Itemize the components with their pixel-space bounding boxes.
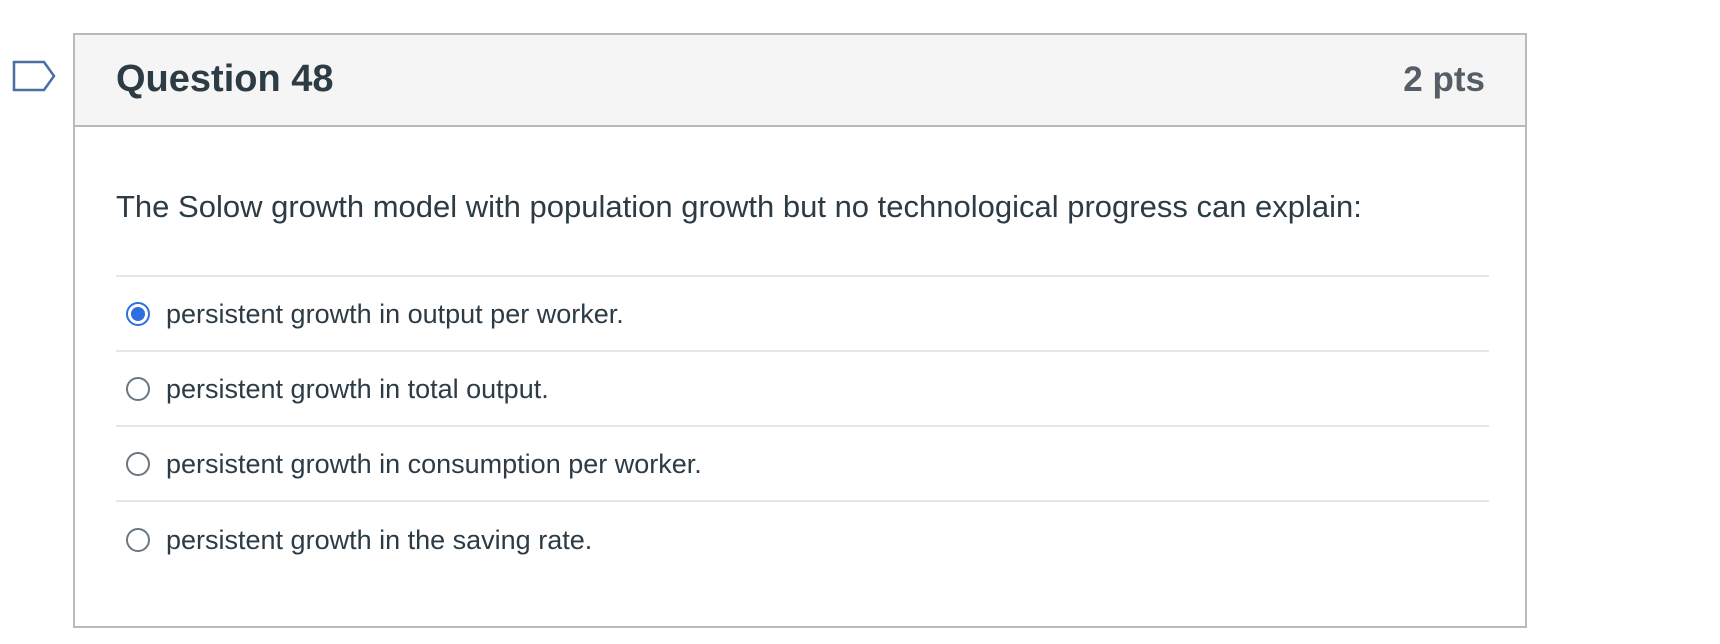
bookmark-flag-icon[interactable] [12, 60, 56, 92]
radio-button[interactable] [126, 451, 150, 476]
radio-button-selected[interactable] [126, 301, 150, 326]
answer-option-3[interactable]: persistent growth in consumption per wor… [116, 427, 1489, 503]
question-points: 2 pts [1403, 60, 1485, 99]
question-body: The Solow growth model with population g… [75, 127, 1525, 577]
answer-option-4[interactable]: persistent growth in the saving rate. [116, 502, 1489, 577]
answer-list: persistent growth in output per worker. … [116, 275, 1489, 577]
answer-label: persistent growth in total output. [166, 373, 549, 404]
answer-label: persistent growth in consumption per wor… [166, 448, 702, 479]
question-card: Question 48 2 pts The Solow growth model… [73, 33, 1527, 628]
radio-button[interactable] [126, 376, 150, 401]
question-title: Question 48 [116, 58, 334, 100]
answer-option-1[interactable]: persistent growth in output per worker. [116, 277, 1489, 353]
question-text: The Solow growth model with population g… [116, 189, 1362, 224]
radio-button[interactable] [126, 527, 150, 552]
answer-label: persistent growth in the saving rate. [166, 524, 593, 555]
question-header: Question 48 2 pts [75, 35, 1525, 127]
answer-label: persistent growth in output per worker. [166, 298, 624, 329]
answer-option-2[interactable]: persistent growth in total output. [116, 352, 1489, 428]
